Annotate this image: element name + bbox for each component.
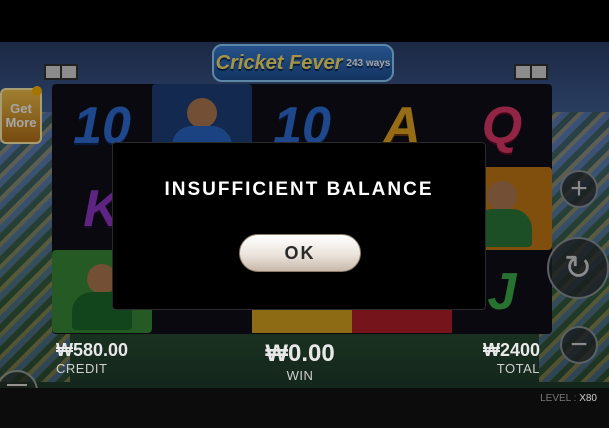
total-value: ₩2400 [482, 340, 540, 360]
dialog-message: INSUFFICIENT BALANCE [164, 179, 434, 200]
level-value: X80 [579, 393, 597, 404]
total-label: TOTAL [496, 361, 540, 376]
level-indicator: LEVEL : X80 [540, 393, 597, 404]
level-label: LEVEL : [540, 393, 577, 404]
top-black-bar [0, 0, 609, 42]
credit-display: ₩580.00 CREDIT [56, 340, 146, 384]
insufficient-balance-dialog: INSUFFICIENT BALANCE OK [112, 142, 486, 310]
bottom-bar [0, 388, 609, 428]
ok-button[interactable]: OK [239, 234, 361, 272]
credit-value: ₩580.00 [56, 340, 129, 360]
win-label: WIN [286, 368, 314, 383]
win-value: ₩0.00 [265, 340, 335, 367]
total-bet-display: ₩2400 TOTAL [470, 340, 540, 384]
win-display: ₩0.00 WIN [250, 340, 350, 384]
credit-label: CREDIT [56, 361, 108, 376]
